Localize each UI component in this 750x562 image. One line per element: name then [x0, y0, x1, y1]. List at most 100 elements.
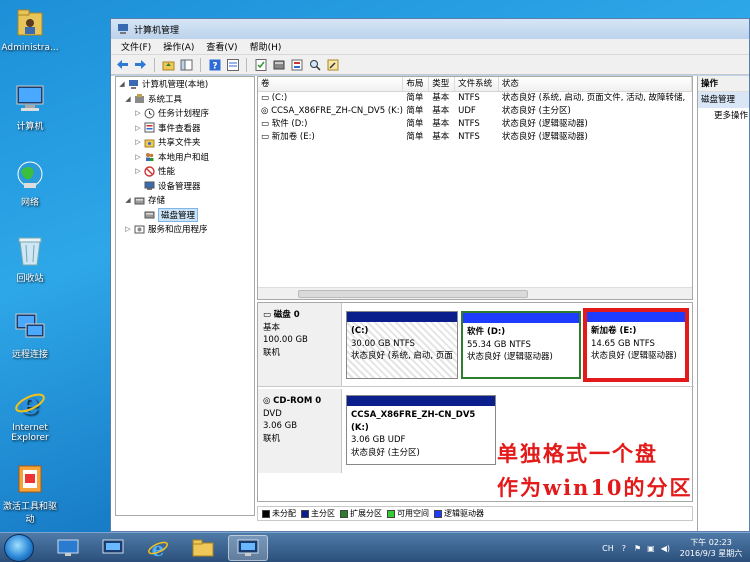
start-button[interactable]: [4, 534, 34, 562]
tree-item-local-users[interactable]: ▷ 本地用户和组: [116, 150, 254, 165]
tree-item-disk-management[interactable]: 磁盘管理: [116, 207, 254, 223]
tree-item-device-manager[interactable]: 设备管理器: [116, 179, 254, 194]
horizontal-scrollbar[interactable]: [258, 287, 692, 299]
desktop-icon-computer[interactable]: 计算机: [0, 82, 60, 132]
partition-c[interactable]: (C:) 30.00 GB NTFS 状态良好 (系统, 启动, 页面: [346, 311, 458, 379]
up-level-button[interactable]: [161, 57, 176, 72]
menu-view[interactable]: 查看(V): [200, 40, 243, 53]
show-hide-tree-button[interactable]: [179, 57, 194, 72]
internet-explorer-icon: e: [148, 537, 168, 559]
partition-e-highlighted[interactable]: 新加卷 (E:) 14.65 GB NTFS 状态良好 (逻辑驱动器): [583, 308, 689, 382]
column-header-volume[interactable]: 卷: [258, 77, 404, 91]
taskbar-button-manager[interactable]: [93, 535, 133, 561]
menu-help[interactable]: 帮助(H): [244, 40, 288, 53]
disk-state: 联机: [263, 347, 281, 358]
cdrom-0-label[interactable]: ◎ CD-ROM 0 DVD 3.06 GB 联机: [258, 389, 342, 473]
tree-item-task-scheduler[interactable]: ▷ 任务计划程序: [116, 106, 254, 121]
settings-button[interactable]: [325, 57, 340, 72]
properties-button[interactable]: [289, 57, 304, 72]
column-header-fs[interactable]: 文件系统: [455, 77, 499, 91]
desktop-icon-admin[interactable]: Administra...: [0, 6, 60, 53]
folder-icon: [192, 539, 214, 557]
column-header-status[interactable]: 状态: [499, 77, 692, 91]
help-tray-icon[interactable]: ?: [622, 544, 626, 553]
help-icon: ?: [209, 59, 220, 71]
tree-item-services-apps[interactable]: ▷ 服务和应用程序: [116, 222, 254, 237]
partition-name: 新加卷 (E:): [591, 326, 637, 336]
desktop-icon-network[interactable]: 网络: [0, 158, 60, 208]
volume-icon[interactable]: ◀): [661, 544, 670, 553]
connect-button[interactable]: [271, 57, 286, 72]
help-button[interactable]: ?: [207, 57, 222, 72]
scrollbar-thumb[interactable]: [298, 290, 528, 298]
menu-file[interactable]: 文件(F): [115, 40, 157, 53]
tree-item-shared-folders[interactable]: ▷ 共享文件夹: [116, 135, 254, 150]
users-icon: [146, 153, 154, 162]
collapsed-arrow-icon[interactable]: ▷: [124, 225, 132, 233]
back-button[interactable]: [115, 57, 130, 72]
center-pane: 卷 布局 类型 文件系统 状态 ▭ (C:) 简单 基本 NTFS 状态良好 (…: [257, 76, 694, 531]
desktop-icon-activation[interactable]: 激活工具和驱动: [0, 462, 60, 525]
window-titlebar[interactable]: 计算机管理: [111, 19, 749, 39]
desktop-icon-ie[interactable]: e Internet Explorer: [0, 386, 60, 443]
taskbar-button-explorer[interactable]: [183, 535, 223, 561]
partition-d[interactable]: 软件 (D:) 55.34 GB NTFS 状态良好 (逻辑驱动器): [461, 311, 581, 379]
clock[interactable]: 下午 02:23 2016/9/3 星期六: [676, 537, 746, 559]
table-row[interactable]: ▭ (C:) 简单 基本 NTFS 状态良好 (系统, 启动, 页面文件, 活动…: [258, 92, 692, 105]
collapsed-arrow-icon[interactable]: ▷: [134, 153, 142, 161]
tree-item-system-tools[interactable]: ◢ 系统工具: [116, 92, 254, 107]
view-button[interactable]: [225, 57, 240, 72]
forward-button[interactable]: [133, 57, 148, 72]
partition-size: 30.00 GB NTFS: [351, 338, 415, 349]
collapsed-arrow-icon[interactable]: ▷: [134, 109, 142, 117]
activation-tool-icon: [13, 462, 47, 496]
collapsed-arrow-icon[interactable]: ▷: [134, 124, 142, 132]
partition-k[interactable]: CCSA_X86FRE_ZH-CN_DV5 (K:) 3.06 GB UDF 状…: [346, 395, 496, 465]
computer-management-icon: [102, 539, 124, 554]
expanded-arrow-icon[interactable]: ◢: [124, 196, 132, 204]
disk-0-row: ▭ 磁盘 0 基本 100.00 GB 联机 (C:) 30.00 GB NTF…: [258, 303, 694, 387]
table-row[interactable]: ▭ 软件 (D:) 简单 基本 NTFS 状态良好 (逻辑驱动器): [258, 118, 692, 131]
column-header-layout[interactable]: 布局: [403, 77, 430, 91]
user-folder-icon: [13, 6, 47, 40]
network-icon[interactable]: ▣: [647, 544, 655, 553]
computer-icon: [13, 82, 47, 116]
globe-network-icon: [13, 158, 47, 192]
fs-cell: NTFS: [458, 119, 480, 129]
arrow-left-icon: [117, 60, 128, 69]
table-row[interactable]: ▭ 新加卷 (E:) 简单 基本 NTFS 状态良好 (逻辑驱动器): [258, 131, 692, 144]
tree-item-storage[interactable]: ◢ 存储: [116, 193, 254, 208]
tree-label: 本地用户和组: [158, 152, 210, 163]
column-header-type[interactable]: 类型: [429, 77, 456, 91]
tree-item-performance[interactable]: ▷ 性能: [116, 164, 254, 179]
refresh-button[interactable]: [253, 57, 268, 72]
tree-item-event-viewer[interactable]: ▷ 事件查看器: [116, 121, 254, 136]
collapsed-arrow-icon[interactable]: ▷: [134, 138, 142, 146]
language-indicator[interactable]: CH: [602, 544, 614, 553]
desktop-icon-label: Internet Explorer: [11, 423, 49, 443]
tree-label: 事件查看器: [158, 123, 201, 134]
expanded-arrow-icon[interactable]: ◢: [118, 80, 126, 88]
flag-icon[interactable]: ⚑: [634, 544, 641, 553]
taskbar-button-desktop[interactable]: [48, 535, 88, 561]
tree-item-root[interactable]: ◢ 计算机管理(本地): [116, 77, 254, 92]
desktop-icon-remote[interactable]: 远程连接: [0, 310, 60, 360]
disk-0-label[interactable]: ▭ 磁盘 0 基本 100.00 GB 联机: [258, 303, 342, 386]
menu-action[interactable]: 操作(A): [157, 40, 200, 53]
no-entry-icon: [144, 166, 155, 177]
more-actions-link[interactable]: 更多操作: [698, 108, 749, 124]
expanded-arrow-icon[interactable]: ◢: [124, 95, 132, 103]
desktop-icon-label: 回收站: [16, 274, 44, 284]
device-manager-icon: [144, 181, 155, 191]
annotation-text: 单独格式一个盘 作为win10的分区: [497, 438, 693, 502]
taskbar-button-active-window[interactable]: [228, 535, 268, 561]
collapsed-arrow-icon[interactable]: ▷: [134, 167, 142, 175]
status-cell: 状态良好 (主分区): [501, 106, 571, 116]
desktop-icon-recycle-bin[interactable]: 回收站: [0, 234, 60, 284]
taskbar-button-ie[interactable]: e: [138, 535, 178, 561]
tree-label: 设备管理器: [158, 181, 201, 192]
partition-status: 状态良好 (逻辑驱动器): [467, 352, 553, 362]
search-button[interactable]: [307, 57, 322, 72]
table-row[interactable]: ◎ CCSA_X86FRE_ZH-CN_DV5 (K:) 简单 基本 UDF 状…: [258, 105, 692, 118]
actions-section-disk-management[interactable]: 磁盘管理: [698, 92, 749, 108]
